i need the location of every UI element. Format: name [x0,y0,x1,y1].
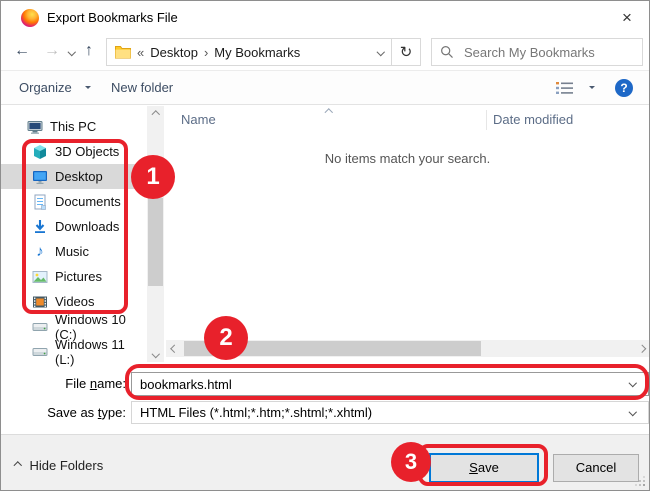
drive-icon [32,319,48,335]
breadcrumb[interactable]: « Desktop › My Bookmarks [106,38,392,66]
search-box[interactable] [431,38,643,66]
export-bookmarks-dialog: Export Bookmarks File × ← → ↑ « Desktop … [0,0,650,491]
forward-icon[interactable]: → [44,37,60,65]
hide-folders-button[interactable]: Hide Folders [15,458,103,473]
file-name-label: File name: [1,372,126,396]
this-pc-icon [27,119,43,135]
up-icon[interactable]: ↑ [85,37,93,65]
sort-ascending-icon [325,109,333,117]
scroll-down-icon[interactable] [147,345,164,362]
save-as-type-label: Save as type: [1,401,126,424]
file-list-header: Name Date modified [166,106,648,134]
save-button[interactable]: Save [429,453,539,483]
breadcrumb-item-desktop[interactable]: Desktop [150,45,198,60]
sidebar-item-documents[interactable]: Documents [1,189,147,214]
dialog-footer: Hide Folders Save Cancel [1,434,649,490]
column-divider[interactable] [486,110,487,130]
view-list-icon[interactable] [555,81,575,95]
chevron-up-icon [14,462,22,470]
window-title: Export Bookmarks File [47,1,178,35]
sidebar-item-videos[interactable]: Videos [1,289,147,314]
refresh-button[interactable]: ↻ [392,38,421,66]
column-header-date-modified[interactable]: Date modified [493,106,573,134]
cancel-button[interactable]: Cancel [553,454,639,482]
crumb-separator-icon: › [204,45,208,60]
empty-results-message: No items match your search. [166,151,649,166]
resize-grip[interactable] [635,476,645,486]
sidebar-item-3d-objects[interactable]: 3D Objects [1,139,147,164]
sidebar-scrollbar[interactable] [147,106,164,362]
sidebar-item-windows-11-l[interactable]: Windows 11 (L:) [1,339,147,364]
desktop-icon [32,169,48,185]
film-icon [32,294,48,310]
sidebar-scrollbar-thumb[interactable] [148,198,163,286]
sidebar-item-pictures[interactable]: Pictures [1,264,147,289]
refresh-icon: ↻ [400,43,413,61]
address-dropdown-chevron-icon[interactable] [376,48,384,56]
breadcrumb-overflow-icon[interactable]: « [137,45,144,60]
file-name-combobox[interactable] [131,372,649,396]
save-as-type-select[interactable]: HTML Files (*.html;*.htm;*.shtml;*.xhtml… [131,401,649,424]
sidebar-item-windows-10-c[interactable]: Windows 10 (C:) [1,314,147,339]
horizontal-scrollbar-thumb[interactable] [184,341,481,356]
scroll-right-icon[interactable] [633,340,650,357]
column-header-name[interactable]: Name [181,106,216,134]
folder-icon [115,45,131,59]
scroll-up-icon[interactable] [147,106,164,123]
download-arrow-icon [32,219,48,235]
help-icon[interactable]: ? [615,79,633,97]
title-bar: Export Bookmarks File × [1,1,649,35]
document-icon [32,194,48,210]
file-name-input[interactable] [132,373,648,395]
file-list-horizontal-scrollbar[interactable] [166,340,650,357]
sidebar-item-downloads[interactable]: Downloads [1,214,147,239]
scroll-left-icon[interactable] [166,340,183,357]
organize-button[interactable]: Organize [19,71,72,104]
back-icon[interactable]: ← [14,37,30,65]
navigation-pane: This PC 3D Objects Desktop [1,114,147,364]
view-options-caret-icon[interactable] [589,86,595,92]
command-toolbar: Organize New folder ? [1,70,649,105]
search-icon [440,45,454,59]
new-folder-button[interactable]: New folder [111,71,173,104]
cube-icon [32,144,48,160]
picture-icon [32,269,48,285]
sidebar-item-music[interactable]: ♪ Music [1,239,147,264]
search-input[interactable] [462,44,634,61]
breadcrumb-item-my-bookmarks[interactable]: My Bookmarks [214,45,300,60]
close-icon[interactable]: × [615,7,639,29]
sidebar-item-this-pc[interactable]: This PC [1,114,147,139]
organize-caret-icon [85,86,91,92]
recent-locations-chevron-icon[interactable] [68,48,76,56]
firefox-icon [21,9,39,27]
sidebar-item-desktop[interactable]: Desktop [1,164,147,189]
music-note-icon: ♪ [32,244,48,260]
drive-icon [32,344,48,360]
save-as-type-value: HTML Files (*.html;*.htm;*.shtml;*.xhtml… [140,405,372,420]
